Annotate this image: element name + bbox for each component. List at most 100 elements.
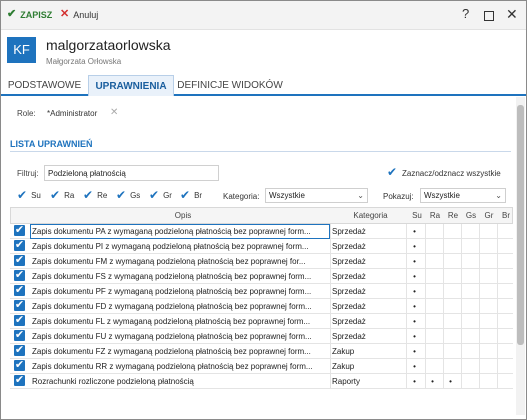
table-row[interactable]: ✔ Zapis dokumentu FS z wymaganą podzielon… [10,269,513,284]
tab-view-definitions[interactable]: DEFINICJE WIDOKÓW [174,75,286,96]
row-checkbox[interactable]: ✔ [14,270,25,281]
row-checkbox[interactable]: ✔ [14,240,25,251]
column-divider [425,329,426,343]
right-label: Ra [64,190,75,200]
row-category: Sprzedaż [332,242,366,251]
row-right-su[interactable]: • [407,287,422,296]
save-button[interactable]: ✔ ZAPISZ [7,9,52,20]
header-re[interactable]: Re [444,211,462,220]
header-ra[interactable]: Ra [426,211,444,220]
row-category: Zakup [332,362,355,371]
row-right-su[interactable]: • [407,302,422,311]
column-divider [406,254,407,268]
column-divider [443,254,444,268]
table-row[interactable]: ✔ Rozrachunki rozliczone podzieloną płatn… [10,374,513,389]
row-category: Sprzedaż [332,332,366,341]
category-dropdown[interactable]: Wszystkie ⌄ [265,188,368,203]
row-right-su[interactable]: • [407,377,422,386]
header-category[interactable]: Kategoria [333,211,408,220]
row-checkbox[interactable]: ✔ [14,285,25,296]
header-br[interactable]: Br [498,211,514,220]
row-checkbox[interactable]: ✔ [14,360,25,371]
checkmark-icon: ✔ [116,188,127,202]
column-divider [406,374,407,388]
row-checkbox[interactable]: ✔ [14,345,25,356]
tab-permissions[interactable]: UPRAWNIENIA [88,75,174,96]
right-checkbox-ra[interactable]: ✔ Ra [50,189,74,201]
column-divider [461,284,462,298]
row-right-su[interactable]: • [407,317,422,326]
table-row[interactable]: ✔ Zapis dokumentu FM z wymaganą podzielon… [10,254,513,269]
table-row[interactable]: ✔ Zapis dokumentu RR z wymaganą podzielon… [10,359,513,374]
column-divider [461,374,462,388]
row-right-su[interactable]: • [407,227,422,236]
table-row[interactable]: ✔ Zapis dokumentu PI z wymaganą podzielon… [10,239,513,254]
toolbar: ✔ ZAPISZ ✕ Anuluj ? ✕ [1,1,526,30]
table-row[interactable]: ✔ Zapis dokumentu FU z wymaganą podzielon… [10,329,513,344]
close-icon: ✕ [60,8,70,20]
table-row[interactable]: ✔ Zapis dokumentu FD z wymaganą podzielon… [10,299,513,314]
column-divider [406,344,407,358]
maximize-icon[interactable] [484,11,494,21]
table-row[interactable]: ✔ Zapis dokumentu FL z wymaganą podzielon… [10,314,513,329]
column-divider [497,299,498,313]
right-checkbox-br[interactable]: ✔ Br [180,189,202,201]
row-checkbox[interactable]: ✔ [14,330,25,341]
right-checkbox-gs[interactable]: ✔ Gs [116,189,140,201]
row-description: Zapis dokumentu FL z wymaganą podzieloną… [32,317,311,326]
row-right-su[interactable]: • [407,257,422,266]
tab-basic[interactable]: PODSTAWOWE [1,75,88,96]
header-desc[interactable]: Opis [33,211,333,220]
row-checkbox[interactable]: ✔ [14,315,25,326]
right-checkbox-re[interactable]: ✔ Re [83,189,107,201]
scrollbar-thumb[interactable] [517,105,524,345]
header-su[interactable]: Su [408,211,426,220]
row-checkbox[interactable]: ✔ [14,225,25,236]
header-gr[interactable]: Gr [480,211,498,220]
cancel-button[interactable]: ✕ Anuluj [60,9,98,20]
row-checkbox[interactable]: ✔ [14,300,25,311]
table-row[interactable]: ✔ Zapis dokumentu FZ z wymaganą podzielon… [10,344,513,359]
filter-label: Filtruj: [17,169,39,178]
row-description: Zapis dokumentu FM z wymaganą podzieloną… [32,257,306,266]
column-divider [479,314,480,328]
row-checkbox[interactable]: ✔ [14,255,25,266]
row-right-su[interactable]: • [407,332,422,341]
row-right-su[interactable]: • [407,242,422,251]
row-right-su[interactable]: • [407,347,422,356]
row-description: Rozrachunki rozliczone podzieloną płatno… [32,377,194,386]
window-close-icon[interactable]: ✕ [506,7,518,21]
row-description: Zapis dokumentu RR z wymaganą podzieloną… [32,362,313,371]
row-right-ra[interactable]: • [425,377,440,386]
remove-role-icon[interactable]: ✕ [110,107,118,118]
column-divider [425,239,426,253]
column-divider [443,359,444,373]
row-checkbox[interactable]: ✔ [14,375,25,386]
filter-input[interactable] [44,165,219,181]
column-divider [425,269,426,283]
right-checkbox-su[interactable]: ✔ Su [17,189,41,201]
column-divider [330,374,331,388]
column-divider [497,374,498,388]
row-category: Sprzedaż [332,227,366,236]
column-divider [443,224,444,238]
row-description: Zapis dokumentu FD z wymaganą podzieloną… [32,302,312,311]
right-checkbox-gr[interactable]: ✔ Gr [149,189,172,201]
column-divider [461,359,462,373]
column-divider [497,344,498,358]
permissions-table: Opis Kategoria Su Ra Re Gs Gr Br ✔ Zapis … [10,207,513,389]
scrollbar[interactable] [516,97,525,415]
column-divider [425,314,426,328]
row-right-re[interactable]: • [443,377,458,386]
help-button[interactable]: ? [462,7,469,21]
header-gs[interactable]: Gs [462,211,480,220]
table-row[interactable]: ✔ Zapis dokumentu PA z wymaganą podzielon… [10,224,513,239]
select-all-checkbox[interactable]: ✔ [387,165,397,179]
save-label: ZAPISZ [20,9,53,20]
column-divider [497,254,498,268]
row-right-su[interactable]: • [407,362,422,371]
table-row[interactable]: ✔ Zapis dokumentu PF z wymaganą podzielon… [10,284,513,299]
right-label: Su [31,190,41,200]
row-right-su[interactable]: • [407,272,422,281]
show-dropdown[interactable]: Wszystkie ⌄ [420,188,506,203]
